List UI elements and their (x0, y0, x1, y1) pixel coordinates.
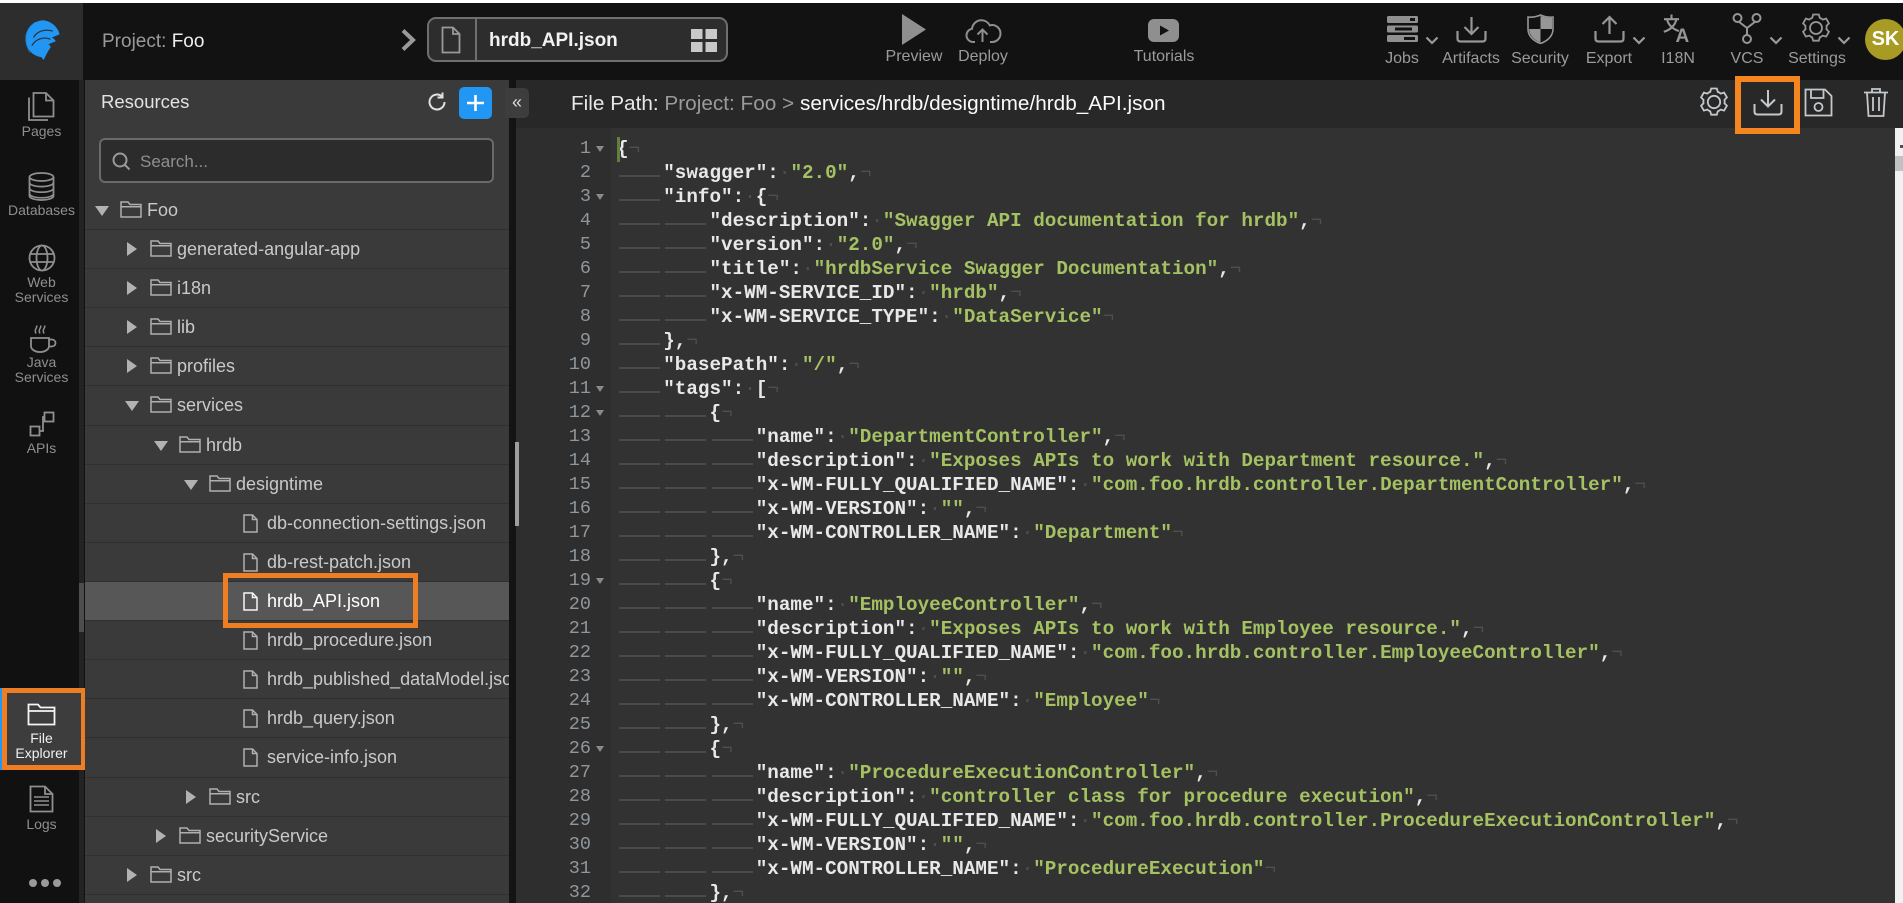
svg-text:A: A (1676, 26, 1690, 43)
